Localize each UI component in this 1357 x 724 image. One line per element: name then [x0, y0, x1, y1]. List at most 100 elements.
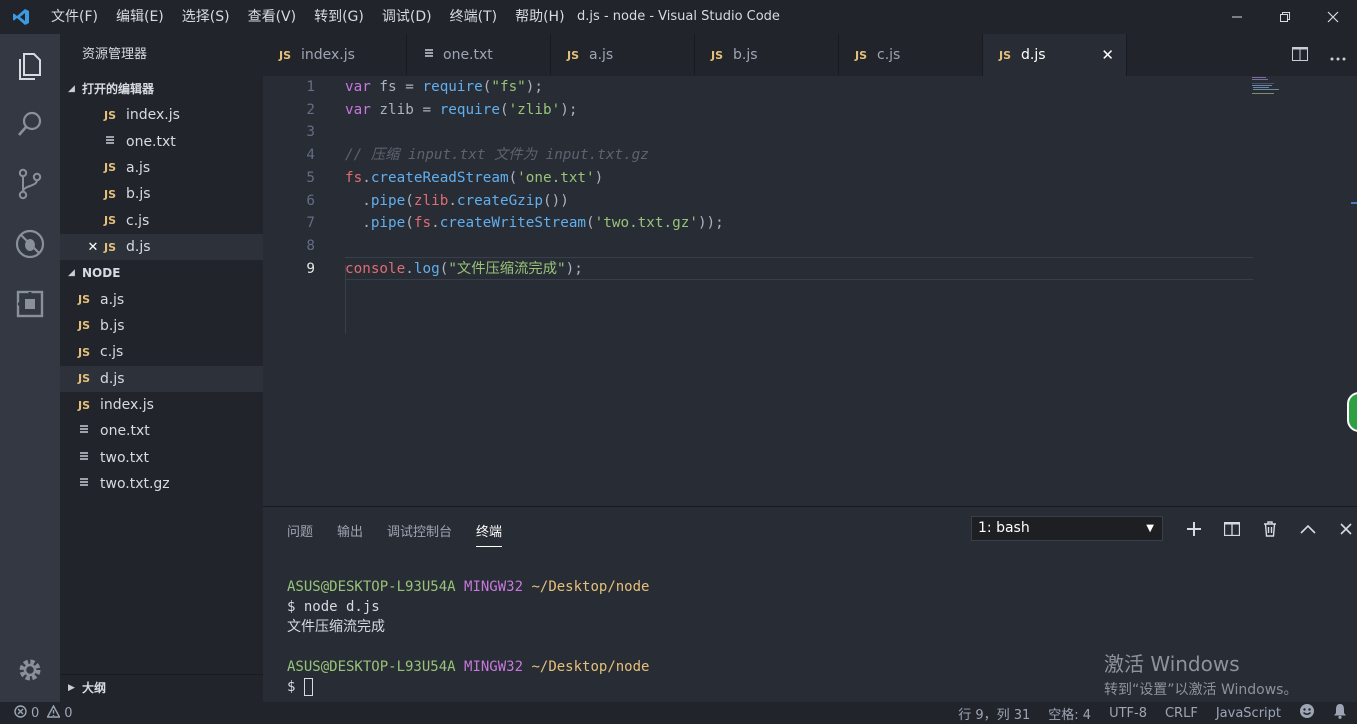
- open-editor-item-index-js[interactable]: JS index.js: [60, 102, 263, 128]
- menu-view[interactable]: 查看(V): [239, 0, 306, 34]
- file-item-b-js[interactable]: JS b.js: [60, 313, 263, 339]
- tab-close-icon[interactable]: ✕: [1101, 46, 1114, 64]
- code-token: ()): [543, 192, 569, 209]
- open-editor-item-one-txt[interactable]: one.txt: [60, 128, 263, 154]
- tab-b-js[interactable]: JS b.js: [695, 34, 839, 76]
- terminal-input[interactable]: $: [287, 677, 313, 697]
- search-icon[interactable]: [0, 96, 60, 152]
- settings-gear-icon[interactable]: [0, 642, 60, 698]
- line-number: 3: [306, 124, 315, 141]
- text-file-icon: [78, 476, 100, 492]
- code-token: // 压缩 input.txt 文件为 input.txt.gz: [345, 147, 649, 164]
- open-editors-header[interactable]: ◢ 打开的编辑器: [60, 76, 263, 102]
- warning-count: 0: [64, 705, 73, 721]
- text-file-icon: [78, 450, 100, 466]
- terminal-prompt-line: ASUS@DESKTOP-L93U54A MINGW32 ~/Desktop/n…: [287, 659, 650, 675]
- panel-tabs: 问题 输出 调试控制台 终端: [287, 521, 526, 547]
- text-file-icon: [104, 134, 126, 150]
- close-window-button[interactable]: [1309, 0, 1357, 34]
- file-item-a-js[interactable]: JS a.js: [60, 286, 263, 312]
- cursor-position[interactable]: 行 9，列 31: [958, 704, 1030, 723]
- tab-c-js[interactable]: JS c.js: [839, 34, 983, 76]
- open-editor-item-c-js[interactable]: JS c.js: [60, 208, 263, 234]
- more-actions-icon[interactable]: [1319, 46, 1357, 65]
- activity-bar: [0, 34, 60, 702]
- problems-status[interactable]: 0 0: [14, 704, 73, 722]
- line-number: 5: [306, 169, 315, 186]
- terminal-select[interactable]: 1: bash ▼: [971, 516, 1163, 541]
- menu-help[interactable]: 帮助(H): [506, 0, 573, 34]
- minimap[interactable]: [1251, 76, 1301, 96]
- file-item-two-txt[interactable]: two.txt: [60, 445, 263, 471]
- floating-badge[interactable]: [1347, 392, 1357, 432]
- file-item-two-txt-gz[interactable]: two.txt.gz: [60, 471, 263, 497]
- line-number: 4: [306, 147, 315, 164]
- indentation[interactable]: 空格: 4: [1048, 704, 1091, 723]
- menu-edit[interactable]: 编辑(E): [107, 0, 173, 34]
- code-token: .: [448, 192, 457, 209]
- source-control-icon[interactable]: [0, 156, 60, 212]
- error-icon: [14, 704, 27, 722]
- code-token: pipe: [370, 192, 406, 209]
- language-mode[interactable]: JavaScript: [1216, 706, 1281, 721]
- js-file-icon: JS: [78, 319, 91, 333]
- new-terminal-icon[interactable]: [1175, 515, 1213, 543]
- explorer-sidebar: 资源管理器 ◢ 打开的编辑器 JS index.js one.txt JS a.js …: [60, 34, 263, 702]
- open-editor-item-d-js[interactable]: ✕ JS d.js: [60, 233, 263, 261]
- tab-one-txt[interactable]: one.txt: [407, 34, 551, 76]
- menu-debug[interactable]: 调试(D): [373, 0, 441, 34]
- file-item-one-txt[interactable]: one.txt: [60, 418, 263, 444]
- js-file-icon: JS: [567, 48, 580, 62]
- editor-tabs: JS index.js one.txt JS a.js JS b.js JS c.js …: [263, 34, 1357, 76]
- split-terminal-icon[interactable]: [1213, 515, 1251, 543]
- file-item-d-js[interactable]: JS d.js: [60, 365, 263, 392]
- tab-output[interactable]: 输出: [337, 521, 363, 547]
- tab-debug-console[interactable]: 调试控制台: [387, 521, 452, 547]
- line-number: 8: [306, 237, 315, 254]
- menu-go[interactable]: 转到(G): [305, 0, 373, 34]
- close-panel-icon[interactable]: [1327, 515, 1357, 543]
- close-icon[interactable]: ✕: [82, 240, 104, 255]
- code-token: 'two.txt.gz': [594, 215, 698, 232]
- code-editor[interactable]: 1 var fs = require("fs"); 2 var zlib = requ…: [263, 76, 1357, 506]
- smiley-feedback-icon[interactable]: [1299, 703, 1315, 723]
- code-token: zlib =: [370, 101, 440, 118]
- notifications-bell-icon[interactable]: [1333, 703, 1347, 723]
- title-bar: 文件(F) 编辑(E) 选择(S) 查看(V) 转到(G) 调试(D) 终端(T…: [0, 0, 1357, 34]
- file-item-c-js[interactable]: JS c.js: [60, 339, 263, 365]
- menu-file[interactable]: 文件(F): [42, 0, 107, 34]
- tab-problems[interactable]: 问题: [287, 521, 313, 547]
- explorer-icon[interactable]: [0, 38, 60, 94]
- minimize-button[interactable]: [1213, 0, 1261, 34]
- text-file-icon: [78, 423, 100, 439]
- tab-index-js[interactable]: JS index.js: [263, 34, 407, 76]
- maximize-panel-icon[interactable]: [1289, 515, 1327, 543]
- menu-selection[interactable]: 选择(S): [173, 0, 239, 34]
- error-count: 0: [31, 705, 40, 721]
- extensions-icon[interactable]: [0, 276, 60, 332]
- trash-icon[interactable]: [1251, 515, 1289, 543]
- split-editor-icon[interactable]: [1281, 46, 1319, 65]
- open-editor-item-a-js[interactable]: JS a.js: [60, 155, 263, 181]
- encoding[interactable]: UTF-8: [1109, 706, 1147, 721]
- code-token: zlib: [413, 192, 449, 209]
- tab-d-js[interactable]: JS d.js ✕: [983, 34, 1127, 76]
- code-text: fs.createReadStream('one.txt'): [345, 167, 603, 190]
- tab-a-js[interactable]: JS a.js: [551, 34, 695, 76]
- restore-button[interactable]: [1261, 0, 1309, 34]
- activation-watermark: 激活 Windows 转到“设置”以激活 Windows。: [1104, 652, 1298, 698]
- outline-section[interactable]: ▶ 大纲: [60, 674, 263, 702]
- line-number: 2: [306, 101, 315, 118]
- menu-terminal[interactable]: 终端(T): [441, 0, 506, 34]
- line-ending[interactable]: CRLF: [1165, 706, 1198, 721]
- open-editor-item-b-js[interactable]: JS b.js: [60, 181, 263, 207]
- js-file-icon: JS: [78, 372, 91, 386]
- code-token: (: [405, 192, 414, 209]
- debug-icon[interactable]: [0, 216, 60, 272]
- terminal-command: $ node d.js: [287, 599, 380, 615]
- tab-terminal[interactable]: 终端: [476, 521, 503, 547]
- code-token: var: [345, 79, 371, 95]
- folder-header-node[interactable]: ◢ NODE: [60, 260, 263, 286]
- status-right: 行 9，列 31 空格: 4 UTF-8 CRLF JavaScript: [940, 703, 1347, 723]
- file-item-index-js[interactable]: JS index.js: [60, 392, 263, 418]
